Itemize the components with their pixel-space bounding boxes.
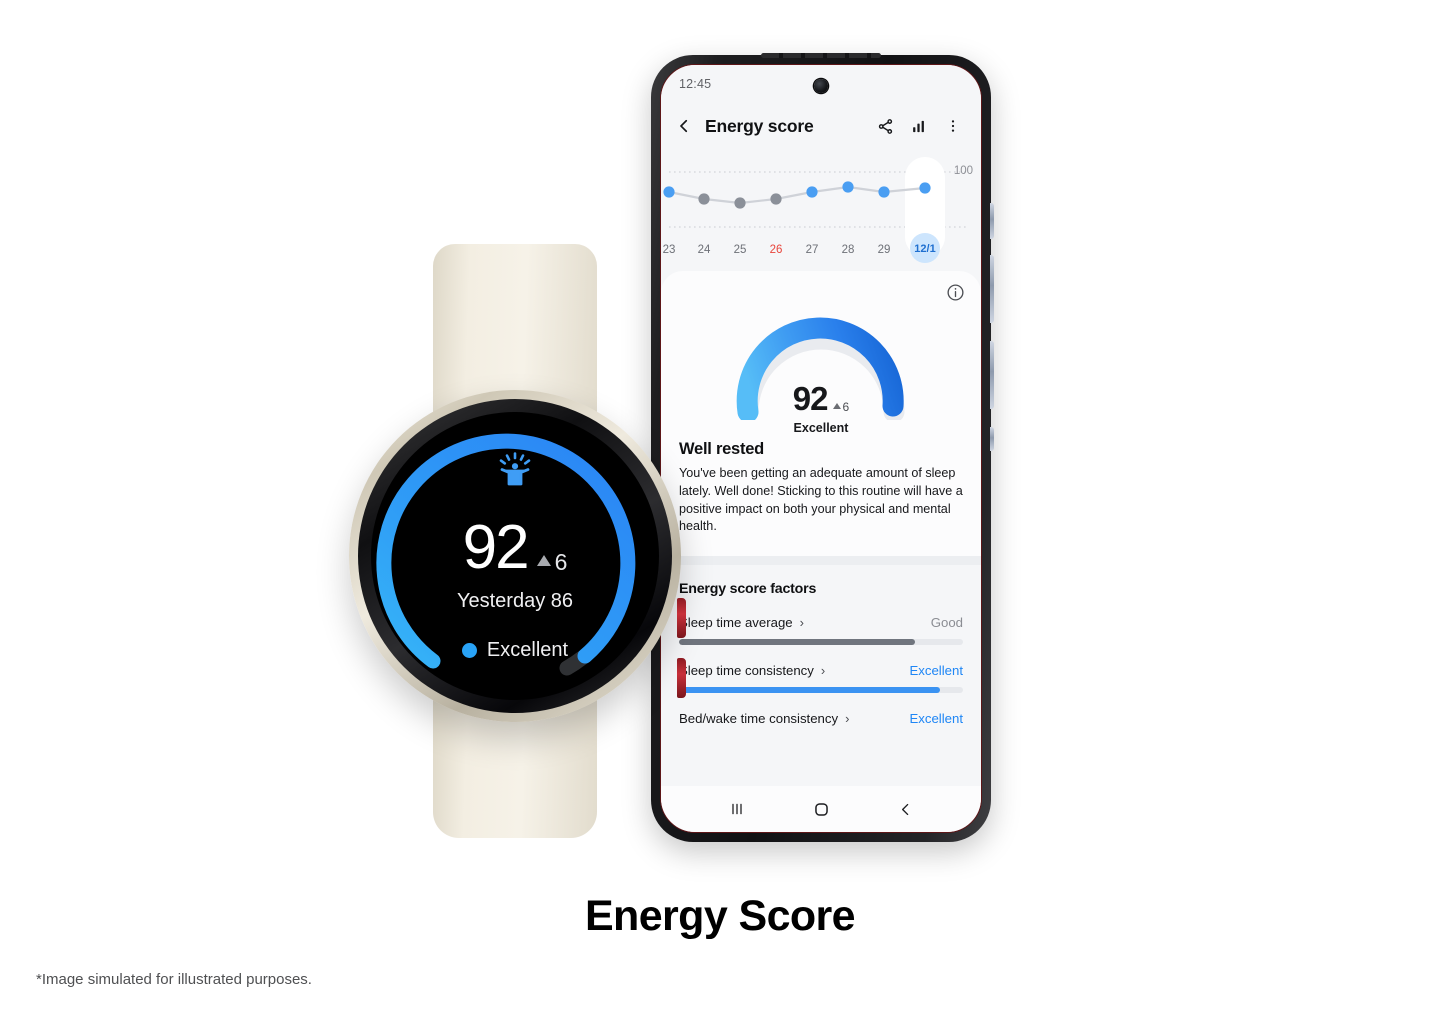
x-tick-27: 27 — [806, 244, 819, 256]
advice-body: You've been getting an adequate amount o… — [679, 466, 963, 534]
factor-progress-fill — [679, 639, 915, 645]
phone-power-button[interactable] — [990, 427, 994, 451]
data-point-28 — [842, 181, 854, 193]
section-divider — [661, 556, 981, 565]
factor-name[interactable]: Sleep time consistency › — [679, 663, 825, 678]
factors-title: Energy score factors — [679, 581, 817, 597]
x-tick-12-1: 12/1 — [914, 243, 935, 255]
system-navigation-bar — [661, 786, 981, 832]
bar-chart-icon[interactable] — [907, 115, 931, 137]
data-point-26 — [770, 193, 782, 205]
data-point-24 — [698, 193, 710, 205]
status-bar-clock: 12:45 — [679, 77, 712, 91]
x-tick-29: 29 — [878, 244, 891, 256]
page-title: Energy score — [705, 115, 814, 136]
x-tick-26: 26 — [770, 244, 783, 256]
info-icon[interactable] — [946, 283, 965, 302]
app-header: Energy score — [661, 103, 981, 149]
gauge-delta: 6 — [832, 400, 850, 414]
factor-value: Excellent — [909, 711, 963, 726]
data-point-23 — [663, 186, 675, 198]
gauge-rating-label: Excellent — [793, 421, 849, 435]
recent-apps-icon[interactable] — [724, 796, 750, 822]
watch-bottom-button[interactable] — [677, 658, 686, 698]
earpiece-speaker — [761, 53, 881, 58]
gauge-delta-value: 6 — [842, 400, 850, 414]
back-icon[interactable] — [892, 796, 918, 822]
factor-row-sleep-time-average[interactable]: Sleep time average › Good — [679, 615, 963, 645]
screenshot-root: 12:45 Energy score 23 24 25 26 27 28 29 … — [0, 0, 1440, 1029]
phone-screen: 12:45 Energy score 23 24 25 26 27 28 29 … — [660, 64, 982, 833]
more-vertical-icon[interactable] — [941, 115, 965, 137]
data-point-29 — [878, 186, 890, 198]
watch-score-line: 92 6 — [371, 517, 659, 579]
factor-name[interactable]: Bed/wake time consistency › — [679, 711, 849, 726]
page-caption: Energy Score — [584, 892, 856, 940]
factor-head: Sleep time consistency › Excellent — [679, 663, 963, 678]
watch-score-value: 92 — [462, 513, 530, 582]
phone-side-button-1[interactable] — [990, 203, 994, 239]
gauge-center-readout: 92 6 Excellent — [661, 380, 981, 435]
factor-progress-track — [679, 687, 963, 693]
home-icon[interactable] — [808, 796, 834, 822]
gauge-score-line: 92 6 — [661, 380, 981, 418]
x-tick-25: 25 — [734, 244, 747, 256]
watch-delta-value: 6 — [554, 549, 568, 575]
disclaimer-text: *Image simulated for illustrated purpose… — [36, 971, 312, 988]
factor-head: Sleep time average › Good — [679, 615, 963, 630]
data-point-27 — [806, 186, 818, 198]
advice-section: Well rested You've been getting an adequ… — [661, 440, 981, 556]
trend-chart-svg: 23 24 25 26 27 28 29 12/1 — [663, 157, 967, 263]
phone-volume-up-button[interactable] — [990, 255, 994, 323]
chevron-right-icon[interactable]: › — [845, 712, 849, 725]
back-icon[interactable] — [673, 115, 695, 137]
phone-volume-down-button[interactable] — [990, 341, 994, 409]
factor-label: Bed/wake time consistency — [679, 711, 839, 726]
factor-progress-track — [679, 639, 963, 645]
x-tick-24: 24 — [698, 244, 711, 256]
watch-bezel: 92 6 Yesterday 86 Excellent — [358, 399, 672, 713]
energy-score-card: 92 6 Excellent Well rested You've been g… — [661, 271, 981, 556]
share-icon[interactable] — [873, 115, 897, 137]
gauge-score-value: 92 — [792, 380, 829, 417]
front-camera-icon — [814, 79, 828, 93]
factor-value: Good — [930, 615, 963, 630]
factor-head: Bed/wake time consistency › Excellent — [679, 711, 963, 726]
chevron-right-icon[interactable]: › — [821, 664, 825, 677]
data-point-25 — [734, 197, 746, 209]
watch-top-button[interactable] — [677, 598, 686, 638]
energy-person-icon — [496, 452, 534, 491]
delta-up-arrow-icon — [536, 555, 551, 566]
watch-yesterday-label: Yesterday 86 — [456, 590, 573, 612]
watch-status-label: Excellent — [486, 639, 569, 661]
energy-trend-chart[interactable]: 23 24 25 26 27 28 29 12/1 100 — [661, 149, 981, 271]
watch-status-row: Excellent — [371, 639, 659, 662]
watch-screen[interactable]: 92 6 Yesterday 86 Excellent — [371, 412, 659, 700]
status-bar: 12:45 — [661, 65, 981, 103]
factor-value: Excellent — [909, 663, 963, 678]
y-axis-max-label: 100 — [953, 165, 973, 177]
chevron-right-icon[interactable]: › — [800, 616, 804, 629]
factor-label: Sleep time consistency — [679, 663, 814, 678]
factor-row-bed-wake-time-consistency[interactable]: Bed/wake time consistency › Excellent — [679, 711, 963, 726]
info-row — [661, 283, 981, 302]
energy-gauge: 92 6 Excellent — [661, 304, 981, 440]
energy-score-factors: Energy score factors Sleep time average … — [661, 565, 981, 726]
factor-row-sleep-time-consistency[interactable]: Sleep time consistency › Excellent — [679, 663, 963, 693]
advice-title: Well rested — [679, 440, 764, 458]
status-dot-icon — [461, 643, 477, 658]
phone-device: 12:45 Energy score 23 24 25 26 27 28 29 … — [651, 53, 994, 842]
watch-delta: 6 — [536, 549, 568, 576]
delta-up-arrow-icon — [832, 403, 841, 409]
factor-name[interactable]: Sleep time average › — [679, 615, 804, 630]
smartwatch-device: 92 6 Yesterday 86 Excellent — [340, 240, 690, 840]
x-tick-28: 28 — [842, 244, 855, 256]
watch-case: 92 6 Yesterday 86 Excellent — [349, 390, 686, 722]
factor-progress-fill — [679, 687, 941, 693]
factor-label: Sleep time average — [679, 615, 793, 630]
data-point-12-1 — [919, 182, 931, 194]
